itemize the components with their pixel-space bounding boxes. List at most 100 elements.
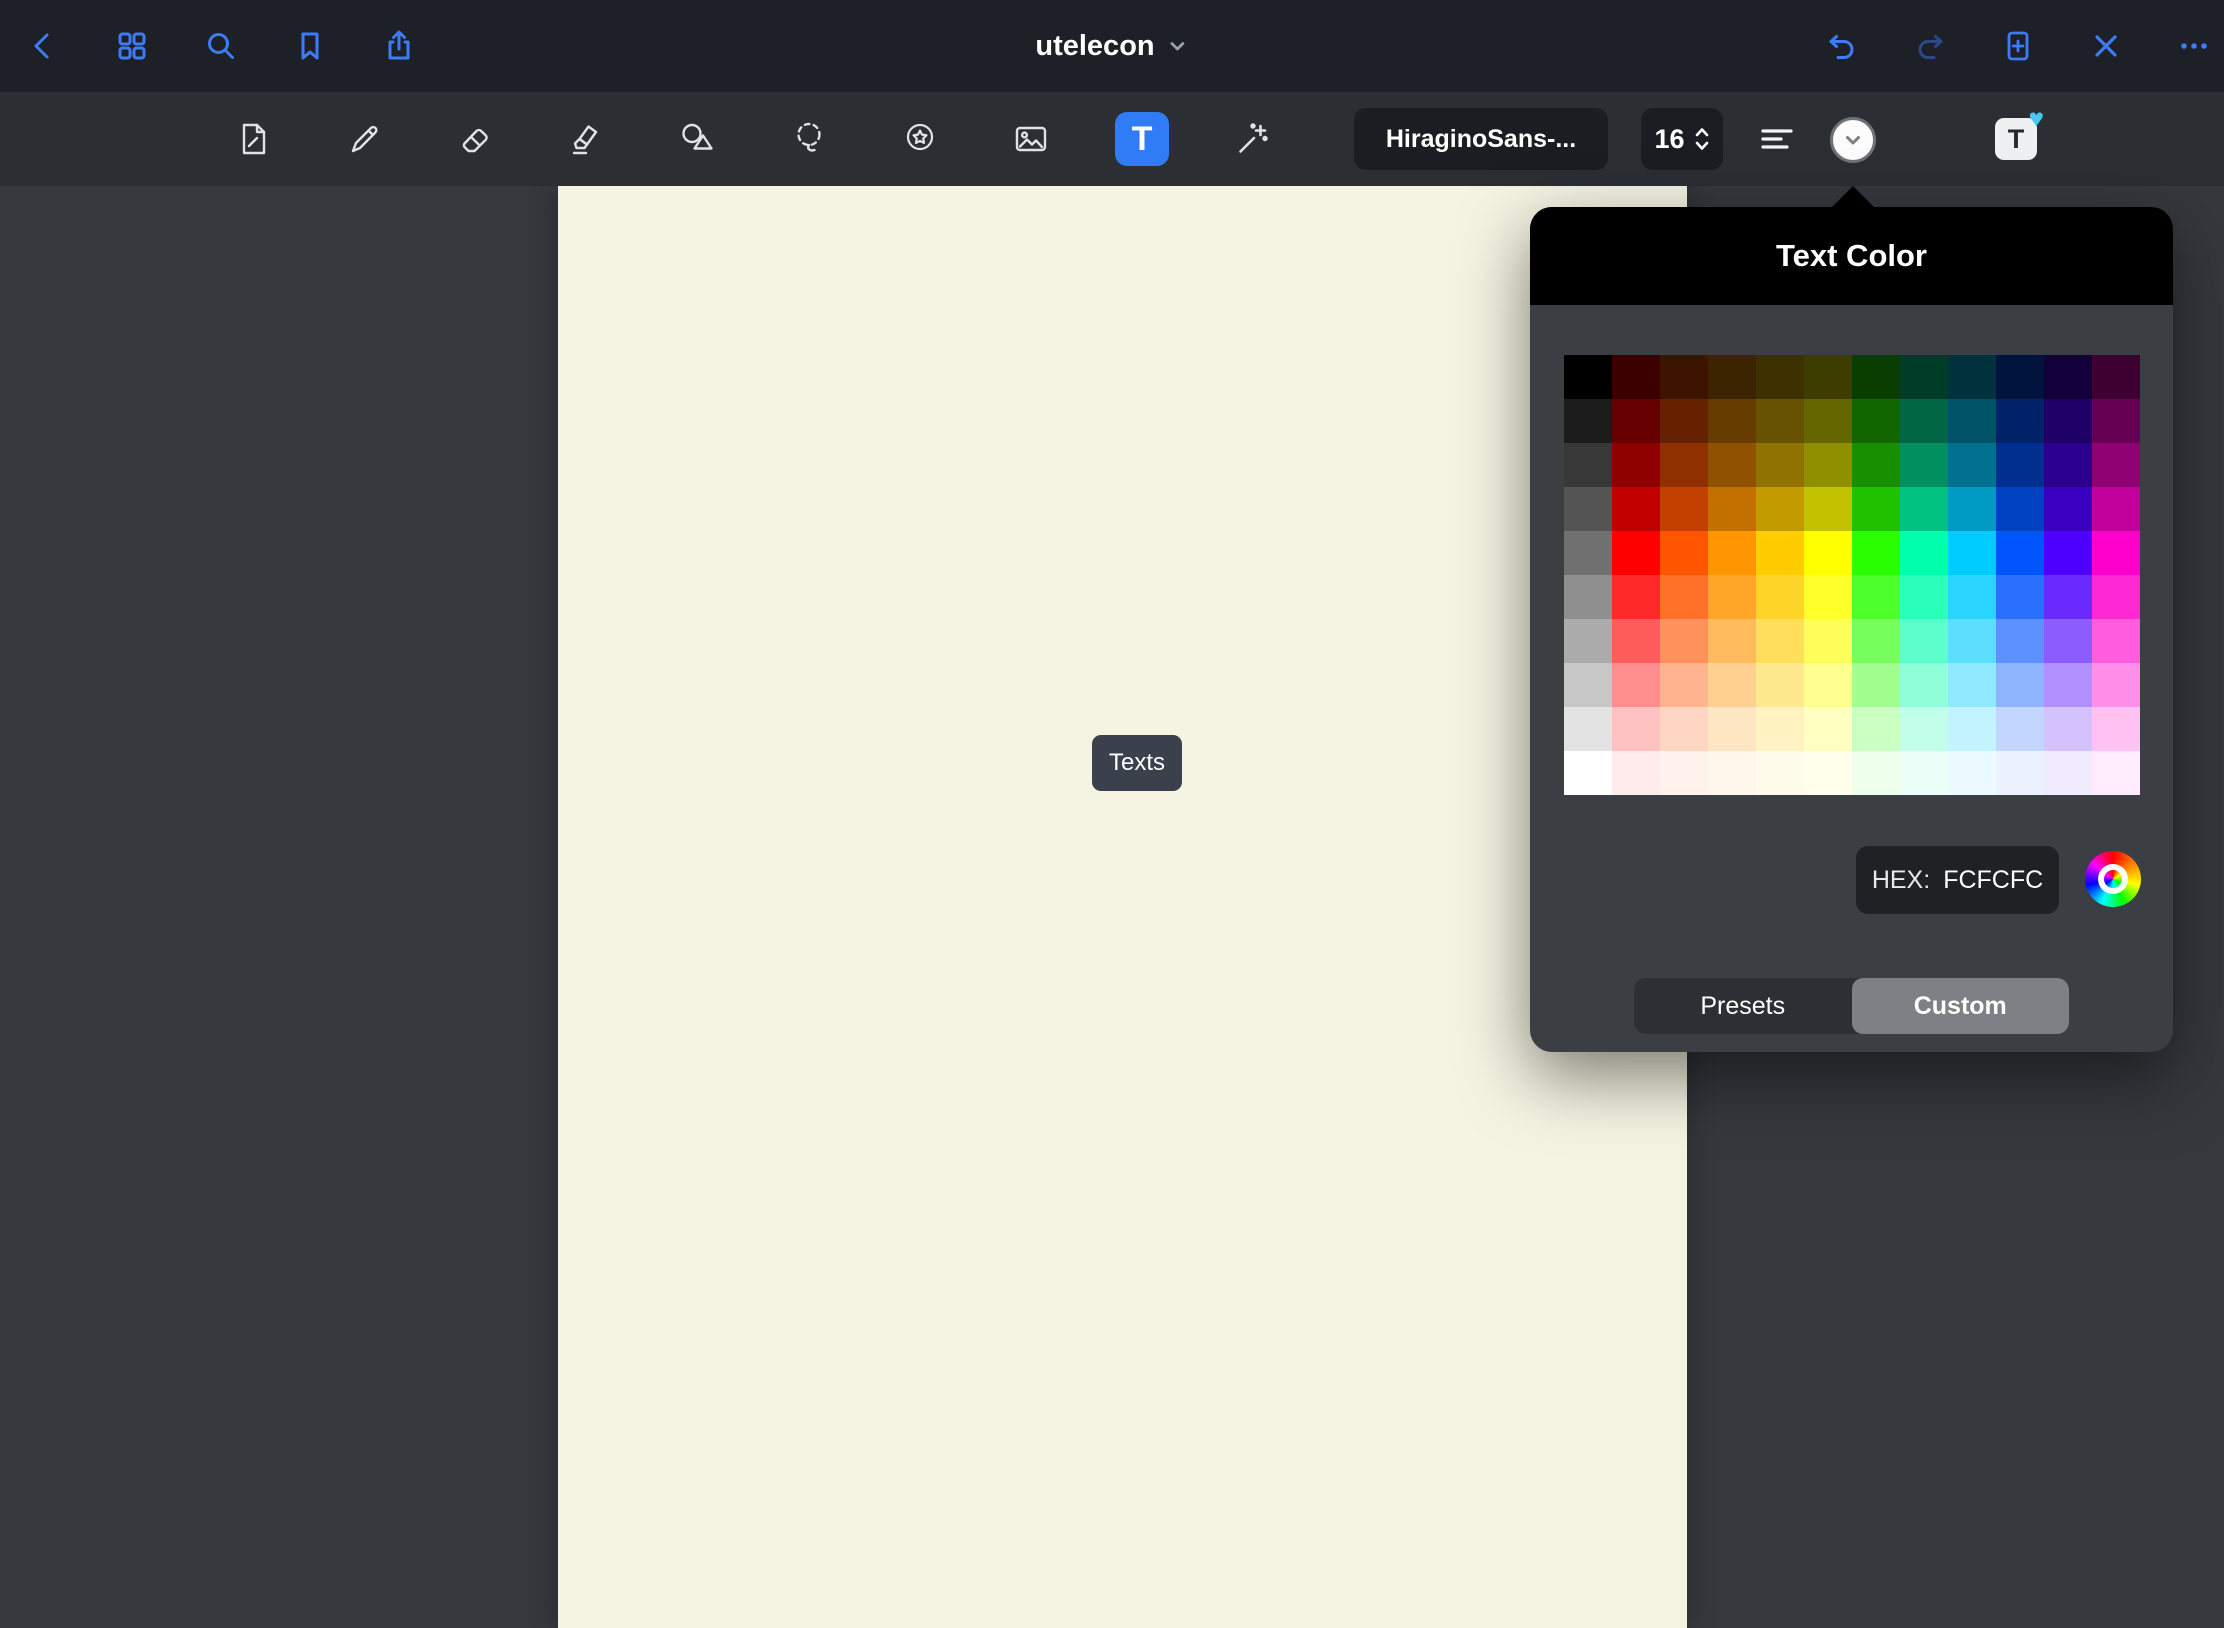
color-swatch[interactable] [1660,751,1708,795]
color-swatch[interactable] [1948,751,1996,795]
text-alignment-button[interactable] [1747,109,1807,169]
image-tool[interactable] [999,107,1063,171]
color-swatch[interactable] [1708,663,1756,707]
color-swatch[interactable] [1756,619,1804,663]
color-swatch[interactable] [1948,399,1996,443]
color-swatch[interactable] [1996,443,2044,487]
close-document-button[interactable] [2082,22,2130,70]
color-swatch[interactable] [1948,531,1996,575]
color-swatch[interactable] [1948,663,1996,707]
color-swatch[interactable] [1948,575,1996,619]
color-swatch[interactable] [1852,399,1900,443]
color-swatch[interactable] [2092,751,2140,795]
color-swatch[interactable] [2092,663,2140,707]
color-swatch[interactable] [1564,707,1612,751]
color-swatch[interactable] [1612,399,1660,443]
color-swatch[interactable] [1900,707,1948,751]
color-swatch[interactable] [2044,575,2092,619]
color-swatch[interactable] [1852,663,1900,707]
color-swatch[interactable] [1756,487,1804,531]
color-swatch[interactable] [2044,619,2092,663]
color-swatch[interactable] [1564,487,1612,531]
color-swatch[interactable] [1756,399,1804,443]
text-object[interactable]: Texts [1092,735,1182,791]
color-swatch[interactable] [2092,399,2140,443]
more-options-button[interactable] [2170,22,2218,70]
hex-input[interactable]: HEX: FCFCFC [1856,846,2059,914]
color-swatch[interactable] [1900,751,1948,795]
laser-pointer-tool[interactable] [1221,107,1285,171]
color-swatch[interactable] [1900,531,1948,575]
color-swatch[interactable] [1708,751,1756,795]
color-swatch[interactable] [1708,619,1756,663]
color-swatch[interactable] [1948,487,1996,531]
color-swatch[interactable] [1660,531,1708,575]
color-swatch[interactable] [1852,707,1900,751]
color-swatch[interactable] [1900,619,1948,663]
eraser-tool[interactable] [444,107,508,171]
add-page-button[interactable] [1994,22,2042,70]
color-swatch[interactable] [1804,531,1852,575]
color-swatch[interactable] [1996,575,2044,619]
color-swatch[interactable] [1948,355,1996,399]
color-swatch[interactable] [1708,443,1756,487]
color-swatch[interactable] [2044,751,2092,795]
shapes-tool[interactable] [666,107,730,171]
color-swatch[interactable] [2044,487,2092,531]
color-swatch[interactable] [1756,443,1804,487]
color-swatch[interactable] [1996,751,2044,795]
color-swatch[interactable] [1564,575,1612,619]
text-color-button[interactable] [1830,117,1876,163]
color-swatch[interactable] [1852,443,1900,487]
color-swatch[interactable] [1660,663,1708,707]
color-swatch[interactable] [1852,619,1900,663]
color-swatch[interactable] [1708,487,1756,531]
color-swatch[interactable] [1660,399,1708,443]
color-swatch[interactable] [2044,443,2092,487]
color-swatch[interactable] [1756,663,1804,707]
color-swatch[interactable] [1708,575,1756,619]
color-swatch[interactable] [1900,443,1948,487]
color-swatch[interactable] [1612,663,1660,707]
color-swatch[interactable] [1900,399,1948,443]
color-swatch[interactable] [1660,619,1708,663]
color-swatch[interactable] [1804,751,1852,795]
color-swatch[interactable] [1756,575,1804,619]
color-swatch[interactable] [1900,575,1948,619]
color-swatch[interactable] [2092,619,2140,663]
color-swatch[interactable] [1756,355,1804,399]
undo-button[interactable] [1818,22,1866,70]
color-swatch[interactable] [1900,487,1948,531]
color-swatch[interactable] [1660,487,1708,531]
page-thumbnails-button[interactable] [108,22,156,70]
search-button[interactable] [197,22,245,70]
color-swatch[interactable] [2092,707,2140,751]
pen-tool[interactable] [333,107,397,171]
bookmark-button[interactable] [286,22,334,70]
color-swatch[interactable] [1804,355,1852,399]
color-swatch[interactable] [1852,531,1900,575]
tab-custom[interactable]: Custom [1852,978,2070,1034]
color-swatch[interactable] [2092,487,2140,531]
color-swatch[interactable] [1996,663,2044,707]
color-swatch[interactable] [1564,531,1612,575]
color-swatch[interactable] [1564,355,1612,399]
color-swatch[interactable] [1804,619,1852,663]
document-page[interactable]: Texts [558,186,1687,1628]
color-swatch[interactable] [1612,575,1660,619]
color-swatch[interactable] [1996,707,2044,751]
document-title-button[interactable]: utelecon [1035,30,1188,63]
color-swatch[interactable] [1660,707,1708,751]
color-swatch[interactable] [1804,663,1852,707]
color-swatch[interactable] [1900,355,1948,399]
color-swatch[interactable] [1996,619,2044,663]
color-swatch[interactable] [1612,487,1660,531]
color-swatch[interactable] [1564,663,1612,707]
color-swatch[interactable] [1852,487,1900,531]
color-swatch[interactable] [1804,575,1852,619]
color-swatch[interactable] [2092,531,2140,575]
color-swatch[interactable] [1708,355,1756,399]
color-swatch[interactable] [1804,707,1852,751]
color-swatch[interactable] [1948,619,1996,663]
color-swatch[interactable] [1708,531,1756,575]
